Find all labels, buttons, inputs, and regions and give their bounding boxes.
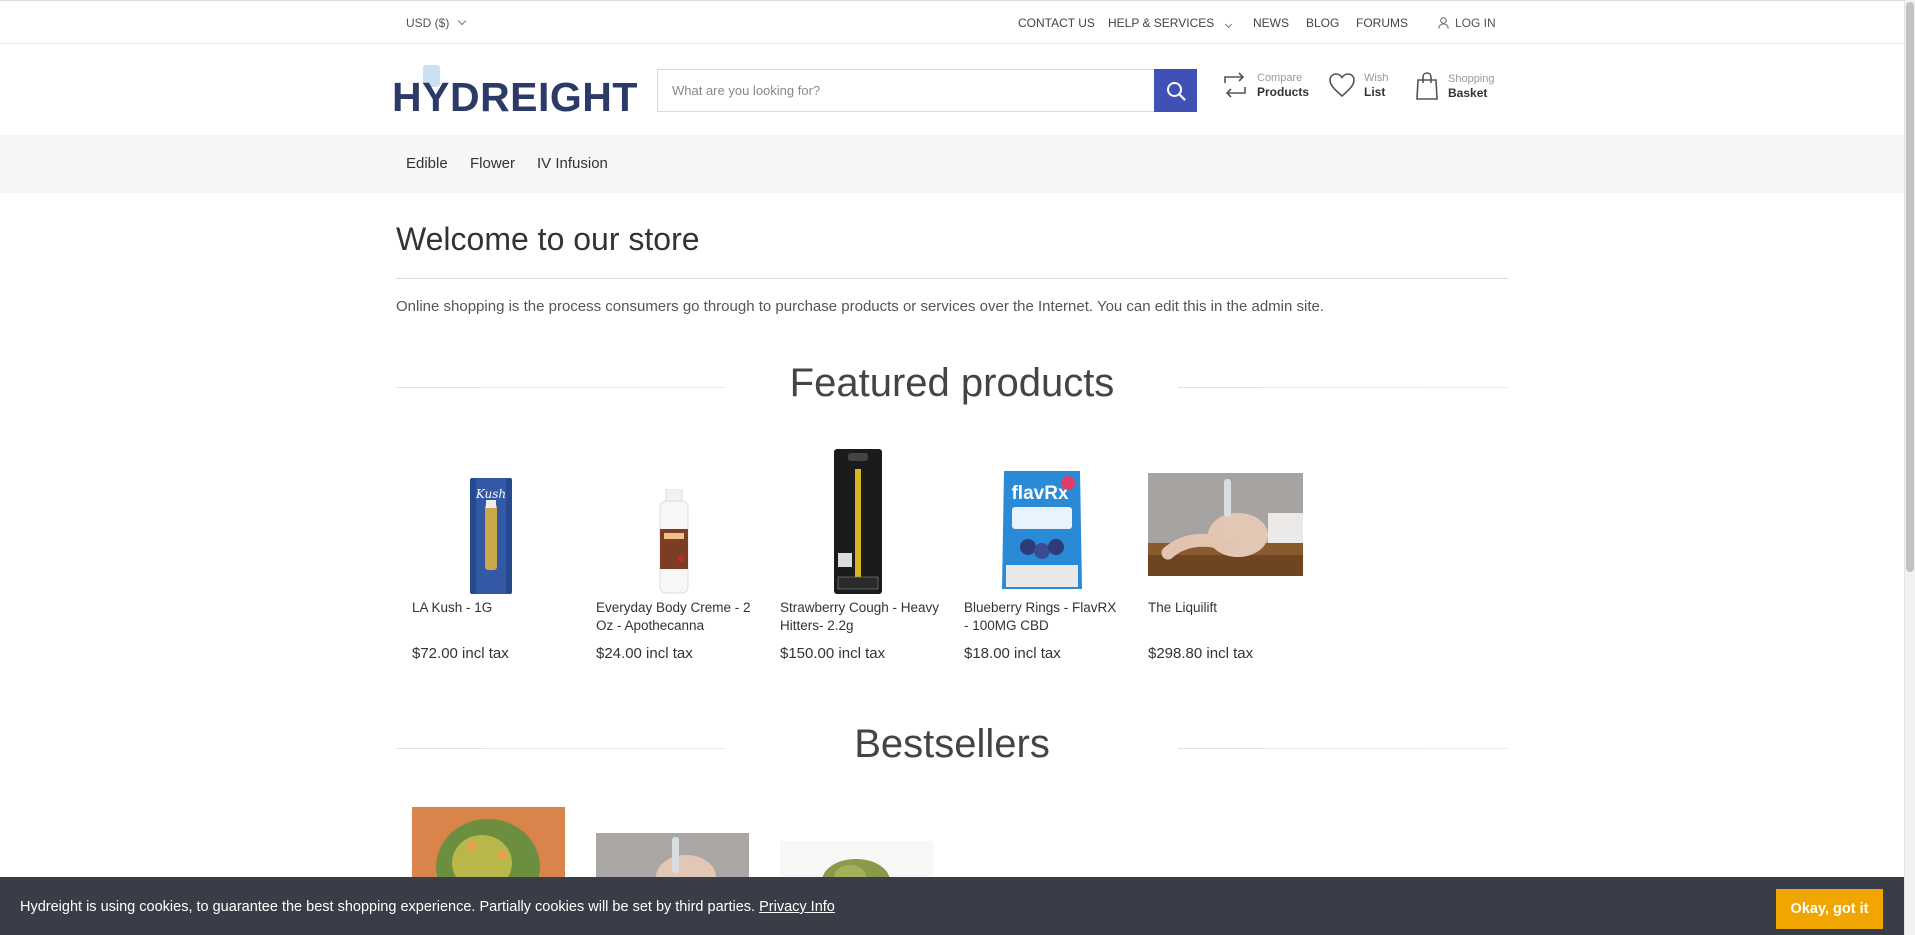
top-bar: USD ($) CONTACT US HELP & SERVICES NEWS … xyxy=(0,1,1904,44)
scrollbar[interactable] xyxy=(1904,0,1915,935)
help-services-link[interactable]: HELP & SERVICES xyxy=(1108,16,1232,30)
wishlist-big-label: List xyxy=(1364,85,1386,99)
site-logo[interactable]: HYDREIGHT xyxy=(392,63,645,120)
compare-big-label: Products xyxy=(1257,85,1310,99)
nav-item-iv-infusion[interactable]: IV Infusion xyxy=(537,155,608,172)
wishlist-small-label: Wish xyxy=(1364,72,1389,84)
login-link[interactable]: LOG IN xyxy=(1438,16,1496,30)
product-image[interactable] xyxy=(780,449,935,594)
wishlist-button[interactable]: Wish List xyxy=(1328,71,1388,99)
chevron-down-icon xyxy=(458,16,467,26)
bestseller-image[interactable] xyxy=(596,833,749,877)
scrollbar-thumb[interactable] xyxy=(1906,2,1914,572)
product-price: $72.00 incl tax xyxy=(412,645,509,662)
product-price: $298.80 incl tax xyxy=(1148,645,1254,662)
page: USD ($) CONTACT US HELP & SERVICES NEWS … xyxy=(0,0,1904,935)
featured-products-title: Featured products xyxy=(789,361,1115,405)
privacy-info-link[interactable]: Privacy Info xyxy=(759,899,835,915)
shopping-basket-button[interactable]: Shopping Basket xyxy=(1414,71,1495,101)
blog-link[interactable]: BLOG xyxy=(1306,16,1339,30)
product-image[interactable]: flavRx xyxy=(964,449,1119,594)
product-name[interactable]: Everyday Body Creme - 2 Oz - Apothecanna xyxy=(596,599,756,635)
svg-text:Kush: Kush xyxy=(474,487,505,501)
product-price: $150.00 incl tax xyxy=(780,645,886,662)
cookie-text: Hydreight is using cookies, to guarantee… xyxy=(20,899,756,915)
cookie-accept-button[interactable]: Okay, got it xyxy=(1776,889,1883,929)
login-label: LOG IN xyxy=(1455,16,1496,30)
currency-label: USD ($) xyxy=(406,16,450,30)
product-image[interactable] xyxy=(1148,449,1303,594)
cookie-banner: Hydreight is using cookies, to guarantee… xyxy=(0,877,1904,935)
product-image[interactable]: Kush xyxy=(412,449,567,594)
intro-text: Online shopping is the process consumers… xyxy=(396,298,1325,315)
compare-small-label: Compare xyxy=(1257,72,1303,84)
logo-image: HYDREIGHT xyxy=(392,65,638,120)
bag-icon xyxy=(1416,72,1438,100)
user-icon xyxy=(1438,17,1449,29)
search-icon xyxy=(1166,81,1186,101)
currency-selector[interactable]: USD ($) xyxy=(406,16,467,30)
logo-text: HYDREIGHT xyxy=(392,74,638,119)
compare-icon xyxy=(1224,72,1246,98)
category-nav: Edible Flower IV Infusion xyxy=(0,135,1904,193)
svg-text:flavRx: flavRx xyxy=(1011,483,1068,504)
basket-small-label: Shopping xyxy=(1448,73,1495,85)
divider xyxy=(396,278,1508,279)
news-link[interactable]: NEWS xyxy=(1253,16,1289,30)
compare-products-button[interactable]: Compare Products xyxy=(1221,71,1309,99)
contact-us-link[interactable]: CONTACT US xyxy=(1018,16,1095,30)
nav-item-flower[interactable]: Flower xyxy=(470,155,515,172)
product-price: $18.00 incl tax xyxy=(964,645,1061,662)
forums-link[interactable]: FORUMS xyxy=(1356,16,1408,30)
product-name[interactable]: The Liquilift xyxy=(1148,599,1308,617)
search-box xyxy=(657,69,1197,112)
heart-icon xyxy=(1329,73,1355,98)
product-name[interactable]: Strawberry Cough - Heavy Hitters- 2.2g xyxy=(780,599,940,635)
search-button[interactable] xyxy=(1154,69,1197,112)
help-services-label: HELP & SERVICES xyxy=(1108,16,1215,30)
bestseller-image[interactable] xyxy=(780,841,933,877)
page-title: Welcome to our store xyxy=(396,221,700,257)
product-price: $24.00 incl tax xyxy=(596,645,693,662)
product-name[interactable]: Blueberry Rings - FlavRX - 100MG CBD xyxy=(964,599,1124,635)
cookie-message: Hydreight is using cookies, to guarantee… xyxy=(20,899,835,915)
chevron-down-icon xyxy=(1224,20,1232,29)
search-input[interactable] xyxy=(658,70,1154,111)
product-image[interactable] xyxy=(596,449,751,594)
bestseller-image[interactable] xyxy=(412,807,565,877)
product-name[interactable]: LA Kush - 1G xyxy=(412,599,572,617)
nav-item-edible[interactable]: Edible xyxy=(406,155,448,172)
basket-big-label: Basket xyxy=(1448,86,1488,100)
bestsellers-title: Bestsellers xyxy=(854,722,1050,766)
